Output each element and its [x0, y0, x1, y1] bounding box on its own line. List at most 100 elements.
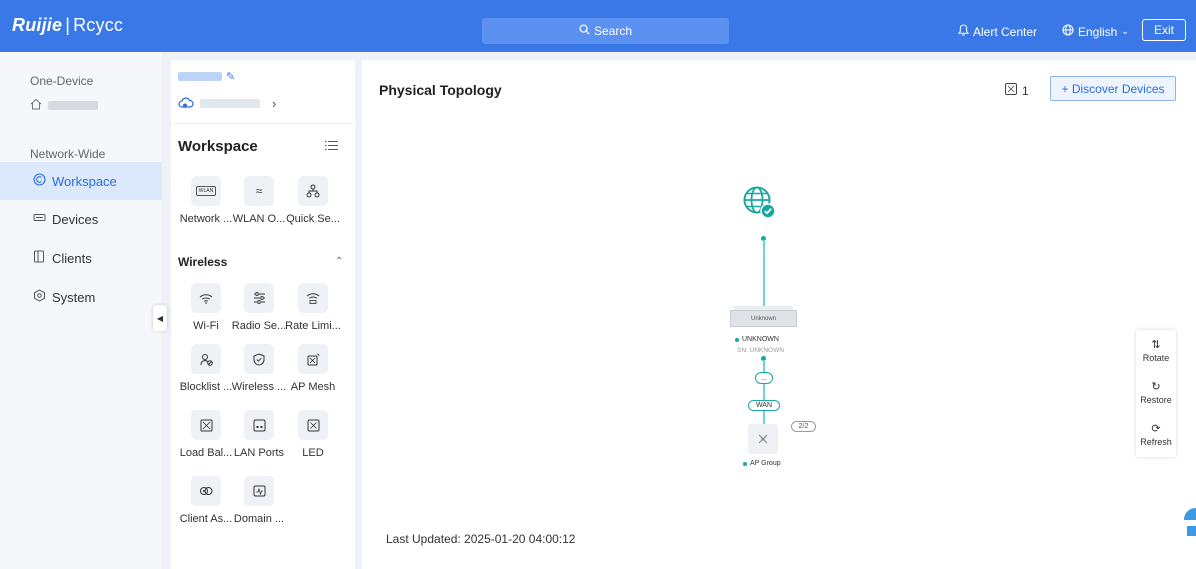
refresh-icon: ⟳ — [1151, 423, 1161, 435]
wlan-optimize-icon: ≈ — [244, 176, 274, 206]
sidebar-item-label: System — [52, 289, 96, 305]
tool-label: Restore — [1140, 395, 1172, 405]
ap-group-label: AP Group — [743, 460, 781, 467]
tile-wlan-optimize[interactable]: ≈ WLAN O... — [231, 176, 287, 225]
sidebar-item-workspace[interactable]: Workspace — [0, 162, 162, 200]
switch-label: Unknown — [750, 315, 776, 322]
sidebar-item-label: Workspace — [52, 173, 117, 189]
internet-globe-icon[interactable] — [742, 185, 776, 219]
tile-quick-setup[interactable]: Quick Se... — [285, 176, 341, 225]
topology-toolbar: ⇅ Rotate ↻ Restore ⟳ Refresh — [1136, 330, 1176, 457]
sidebar-item-devices[interactable]: Devices — [0, 200, 162, 238]
load-balancing-icon — [191, 410, 221, 440]
ap-group-text: AP Group — [750, 460, 781, 467]
tile-led[interactable]: LED — [285, 410, 341, 459]
top-header: Ruijie | Rcycc Search Alert Center English… — [0, 0, 1196, 52]
device-name: UNKNOWN — [735, 336, 779, 343]
tile-wifi[interactable]: Wi-Fi — [178, 283, 234, 332]
tile-blocklist[interactable]: Blocklist ... — [178, 344, 234, 393]
sidebar-item-system[interactable]: System — [0, 278, 162, 316]
client-association-icon — [191, 476, 221, 506]
tile-label: AP Mesh — [290, 381, 336, 393]
left-navigation: One-Device Network-Wide Workspace Device… — [0, 52, 162, 569]
device-selector[interactable] — [30, 98, 98, 113]
cloud-account-row[interactable]: › — [178, 96, 276, 111]
link-line — [763, 384, 765, 400]
network-info: ✎ › — [171, 60, 355, 124]
device-count[interactable]: 1 — [1005, 83, 1029, 98]
domain-icon — [244, 476, 274, 506]
refresh-button[interactable]: ⟳ Refresh — [1136, 414, 1176, 456]
brand-name: Ruijie — [12, 15, 63, 35]
tile-label: Blocklist ... — [179, 381, 233, 393]
language-dropdown[interactable]: English ⌄ — [1062, 24, 1129, 39]
tile-rate-limit[interactable]: Rate Limi... — [285, 283, 341, 332]
globe-icon — [1062, 24, 1074, 39]
ap-count-badge: 2/2 — [791, 421, 816, 432]
caret-left-icon: ◀ — [156, 313, 164, 323]
tile-radio-settings[interactable]: Radio Se... — [231, 283, 287, 332]
wan-port-pill[interactable]: WAN — [748, 400, 780, 411]
last-updated-text: Last Updated: 2025-01-20 04:00:12 — [386, 532, 576, 546]
tile-load-balancing[interactable]: Load Bal... — [178, 410, 234, 459]
quick-setup-icon — [298, 176, 328, 206]
tile-label: Wi-Fi — [193, 320, 219, 332]
exit-button[interactable]: Exit — [1142, 19, 1186, 41]
tile-label: LAN Ports — [233, 447, 285, 459]
tile-ap-mesh[interactable]: AP Mesh — [285, 344, 341, 393]
collapse-sidebar-handle[interactable]: ◀ — [153, 305, 167, 331]
device-name-redacted — [48, 101, 98, 110]
chevron-up-icon[interactable]: ⌃ — [335, 256, 343, 267]
restore-icon: ↻ — [1151, 381, 1161, 393]
tile-network[interactable]: WLAN Network ... — [178, 176, 234, 225]
uplink-line — [763, 240, 765, 306]
alert-center-label: Alert Center — [973, 24, 1038, 39]
tile-label: LED — [302, 447, 324, 459]
tile-client-association[interactable]: Client As... — [178, 476, 234, 525]
list-view-icon[interactable] — [325, 138, 338, 154]
product-name: Rcycc — [73, 15, 124, 35]
bell-icon — [957, 24, 970, 39]
language-label: English — [1078, 24, 1118, 39]
rotate-button[interactable]: ⇅ Rotate — [1136, 330, 1176, 372]
tile-label: Client As... — [179, 513, 233, 525]
tile-domain[interactable]: Domain ... — [231, 476, 287, 525]
alert-center-button[interactable]: Alert Center — [957, 24, 1038, 39]
device-name-text: UNKNOWN — [742, 336, 779, 343]
network-wide-heading: Network-Wide — [30, 147, 106, 161]
network-name-redacted — [178, 72, 222, 81]
sidebar-item-clients[interactable]: Clients — [0, 239, 162, 277]
link-line — [763, 360, 765, 372]
tile-wireless-security[interactable]: Wireless ... — [231, 344, 287, 393]
sidebar-item-label: Clients — [52, 250, 92, 266]
wireless-security-icon — [244, 344, 274, 374]
sidebar-item-label: Devices — [52, 211, 99, 227]
clients-icon — [30, 250, 48, 266]
tile-label: WLAN O... — [232, 213, 286, 225]
page-title: Physical Topology — [379, 82, 502, 98]
wan-label: WAN — [755, 402, 773, 409]
edit-icon[interactable]: ✎ — [226, 70, 235, 83]
cloud-icon — [178, 96, 194, 111]
discover-devices-button[interactable]: + Discover Devices — [1050, 76, 1176, 101]
wireless-section-header: Wireless — [178, 255, 228, 269]
wifi-icon — [191, 283, 221, 313]
ap-group-node[interactable] — [748, 424, 778, 454]
tile-lan-ports[interactable]: LAN Ports — [231, 410, 287, 459]
workspace-title: Workspace — [178, 138, 258, 155]
rate-limit-icon — [298, 283, 328, 313]
link-port-pill[interactable]: ... — [755, 372, 773, 384]
search-bar[interactable]: Search — [482, 18, 729, 44]
tile-label: Wireless ... — [231, 381, 287, 393]
tile-label: Domain ... — [233, 513, 285, 525]
unknown-switch[interactable]: Unknown — [730, 310, 797, 327]
tile-label: Radio Se... — [231, 320, 287, 332]
link-line — [763, 411, 765, 424]
restore-button[interactable]: ↻ Restore — [1136, 372, 1176, 414]
network-name-row[interactable]: ✎ — [178, 70, 235, 83]
devices-icon — [30, 212, 48, 226]
tile-label: Rate Limi... — [285, 320, 341, 332]
assistant-fab-icon[interactable] — [1181, 500, 1196, 545]
online-status-dot — [743, 461, 747, 466]
brand-logo[interactable]: Ruijie | Rcycc — [12, 15, 123, 36]
